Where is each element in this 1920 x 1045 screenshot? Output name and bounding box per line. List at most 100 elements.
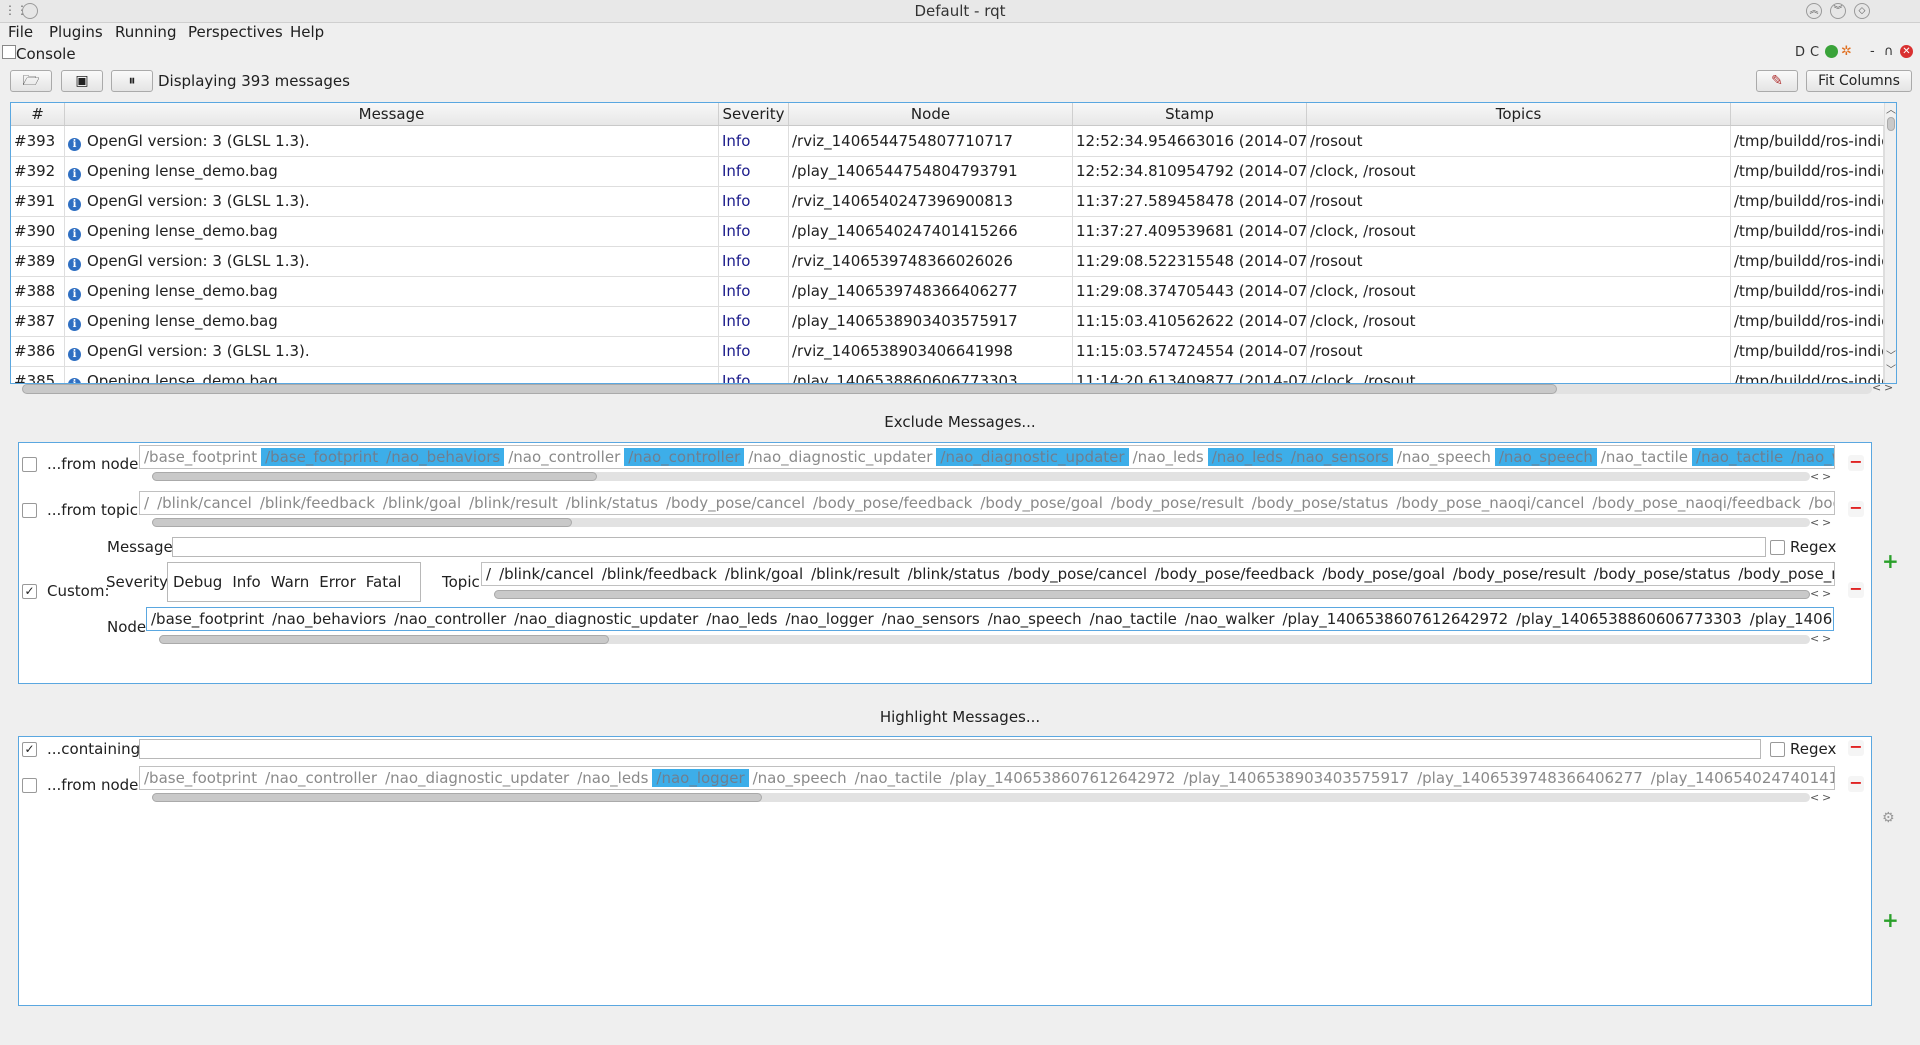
add-exclude-filter-button[interactable]: + (1882, 551, 1899, 571)
column-header-message[interactable]: Message (65, 103, 719, 125)
list-item[interactable]: /nao_speech (749, 769, 851, 787)
list-item[interactable]: /blink/goal (379, 494, 465, 512)
list-item[interactable]: /base_footprint (140, 769, 261, 787)
custom-topic-scroll-thumb[interactable] (494, 590, 1810, 599)
custom-topic-scroll-right-icon[interactable]: > (1822, 587, 1831, 600)
menu-file[interactable]: File (8, 23, 33, 41)
list-item[interactable]: /nao_controller (390, 610, 510, 628)
list-item[interactable]: /nao_walker (1787, 448, 1834, 466)
list-item[interactable]: /body_pose_naoqi/cance (1734, 565, 1834, 583)
list-item[interactable]: /blink/goal (721, 565, 807, 583)
list-item[interactable]: /nao_speech (984, 610, 1086, 628)
list-item[interactable]: /nao_leds (1207, 448, 1287, 466)
column-header-node[interactable]: Node (789, 103, 1073, 125)
list-item[interactable]: /nao_speech (1494, 448, 1597, 466)
custom-node-scroll-left-icon[interactable]: < (1810, 632, 1819, 645)
list-item[interactable]: /base_footprint (261, 448, 383, 466)
list-item[interactable]: /nao_tactile (851, 769, 946, 787)
highlight-settings-icon[interactable]: ⚙ (1882, 810, 1895, 826)
vertical-scroll-thumb[interactable] (1887, 117, 1895, 131)
table-row[interactable]: #387 i Opening lense_demo.bag Info/play_140… (11, 306, 1896, 337)
highlight-node-list[interactable]: /base_footprint/nao_controller/nao_diagn… (139, 766, 1835, 790)
custom-topic-scroll-left-icon[interactable]: < (1810, 587, 1819, 600)
column-header-id[interactable]: # (11, 103, 65, 125)
exclude-custom-checkbox[interactable]: ✓ (22, 584, 37, 599)
plugin-settings-icon[interactable]: ✲ (1841, 44, 1852, 59)
custom-node-scrollbar[interactable] (159, 635, 1810, 644)
list-item[interactable]: /blink/result (807, 565, 904, 583)
list-item[interactable]: /nao_diagnostic_updater (744, 448, 936, 466)
severity-option[interactable]: Warn (266, 573, 314, 591)
table-row[interactable]: #392 i Opening lense_demo.bag Info/play_140… (11, 156, 1896, 187)
save-button[interactable]: ▣ (61, 70, 103, 92)
clear-button[interactable]: ✎ (1756, 70, 1798, 92)
list-item[interactable]: /nao_leds (573, 769, 652, 787)
highlight-node-scroll-right-icon[interactable]: > (1822, 791, 1831, 804)
exclude-node-list[interactable]: /base_footprint/base_footprint/nao_behav… (139, 445, 1835, 469)
highlight-regex-checkbox[interactable] (1770, 742, 1785, 757)
exclude-node-scroll-right-icon[interactable]: > (1822, 470, 1831, 483)
table-horizontal-scrollbar[interactable] (22, 384, 1872, 394)
menu-running[interactable]: Running (115, 23, 176, 41)
table-row[interactable]: #393 i OpenGl version: 3 (GLSL 1.3). Info/r… (11, 126, 1896, 157)
scroll-down-icon[interactable]: ﹀ (1886, 347, 1896, 362)
remove-custom-filter-button[interactable]: − (1848, 581, 1864, 598)
list-item[interactable]: /nao_controller (261, 769, 381, 787)
column-header-location[interactable] (1731, 103, 1896, 125)
custom-regex-checkbox[interactable] (1770, 540, 1785, 555)
severity-option[interactable]: Error (314, 573, 361, 591)
list-item[interactable]: / (482, 565, 495, 583)
list-item[interactable]: /nao_diagnostic_updater (510, 610, 702, 628)
table-row[interactable]: #391 i OpenGl version: 3 (GLSL 1.3). Info/r… (11, 186, 1896, 217)
table-row[interactable]: #385 iOpening lense_demo.bagInfo/play_140… (11, 366, 1896, 383)
highlight-containing-checkbox[interactable]: ✓ (22, 742, 37, 757)
exclude-topic-scroll-right-icon[interactable]: > (1822, 516, 1831, 529)
list-item[interactable]: /play_1406538860606773303 (1512, 610, 1746, 628)
list-item[interactable]: /body_pose/goal (976, 494, 1107, 512)
remove-exclude-topic-button[interactable]: − (1848, 500, 1864, 517)
list-item[interactable]: /body_pose/cancel (662, 494, 809, 512)
list-item[interactable]: /body_pose_naoqi/ (1805, 494, 1834, 512)
plugin-reload-icon[interactable]: C (1810, 45, 1819, 60)
list-item[interactable]: /body_pose/cancel (1004, 565, 1151, 583)
severity-option[interactable]: Fatal (361, 573, 407, 591)
exclude-topic-scrollbar[interactable] (152, 518, 1810, 527)
column-header-stamp[interactable]: Stamp (1073, 103, 1307, 125)
list-item[interactable]: /play_1406538903403575917 (1746, 610, 1833, 628)
exclude-node-scroll-thumb[interactable] (152, 472, 597, 481)
list-item[interactable]: /blink/status (562, 494, 662, 512)
menu-plugins[interactable]: Plugins (49, 23, 103, 41)
list-item[interactable]: /body_pose/feedback (1151, 565, 1318, 583)
list-item[interactable]: /nao_logger (782, 610, 878, 628)
list-item[interactable]: /nao_tactile (1692, 448, 1788, 466)
list-item[interactable]: /body_pose/result (1449, 565, 1590, 583)
list-item[interactable]: /blink/feedback (598, 565, 721, 583)
table-vertical-scrollbar[interactable]: ︿ ﹀ ﹀ (1884, 103, 1896, 383)
custom-severity-list[interactable]: Debug Info Warn Error Fatal (167, 562, 421, 602)
pause-button[interactable]: ⏸ (111, 70, 153, 92)
remove-highlight-containing-button[interactable]: − (1848, 739, 1864, 756)
highlight-node-checkbox[interactable] (22, 778, 37, 793)
highlight-node-scroll-thumb[interactable] (152, 793, 762, 802)
custom-node-list[interactable]: /base_footprint/nao_behaviors/nao_contro… (146, 607, 1834, 631)
column-header-topics[interactable]: Topics (1307, 103, 1731, 125)
list-item[interactable]: /nao_behaviors (268, 610, 390, 628)
list-item[interactable]: /body_pose/status (1590, 565, 1735, 583)
list-item[interactable]: /body_pose/feedback (809, 494, 976, 512)
window-maximize-icon[interactable]: ◇ (1854, 3, 1870, 19)
window-keep-above-icon[interactable]: ︽ (1806, 3, 1822, 19)
list-item[interactable]: /nao_sensors (1286, 448, 1393, 466)
list-item[interactable]: /base_footprint (140, 448, 261, 466)
exclude-topic-list[interactable]: //blink/cancel/blink/feedback/blink/goal… (139, 491, 1835, 515)
list-item[interactable]: /nao_leds (1129, 448, 1208, 466)
list-item[interactable]: /nao_controller (624, 448, 745, 466)
list-item[interactable]: /nao_controller (504, 448, 624, 466)
plugin-close-icon[interactable]: ✕ (1900, 45, 1913, 58)
plugin-help-icon[interactable]: D (1795, 45, 1805, 60)
list-item[interactable]: /nao_tactile (1086, 610, 1181, 628)
plugin-undock-icon[interactable]: ∩ (1884, 44, 1894, 59)
list-item[interactable]: /body_pose/goal (1318, 565, 1449, 583)
table-row[interactable]: #389 i OpenGl version: 3 (GLSL 1.3). Info/r… (11, 246, 1896, 277)
horizontal-scroll-thumb[interactable] (22, 384, 1557, 394)
list-item[interactable]: /play_1406538607612642972 (1278, 610, 1512, 628)
